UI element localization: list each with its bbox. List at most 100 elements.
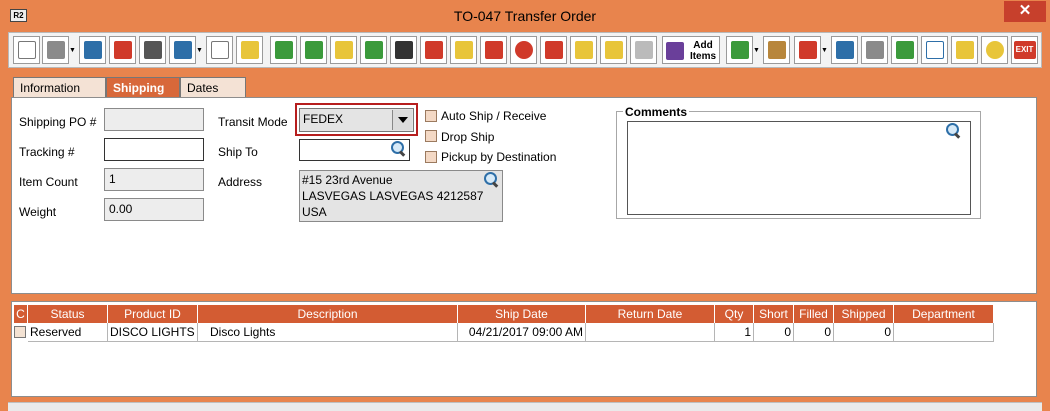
copy-button[interactable] [206, 36, 233, 64]
misc-po-button[interactable] [480, 36, 507, 64]
column-header-shipped[interactable]: Shipped [834, 305, 894, 323]
pickup-checkbox[interactable] [425, 151, 437, 163]
weight-field[interactable]: 0.00 [104, 198, 204, 221]
auto-ship-label: Auto Ship / Receive [441, 109, 547, 123]
chevron-down-icon[interactable] [392, 110, 412, 130]
column-header-status[interactable]: Status [28, 305, 108, 323]
column-header-return-date[interactable]: Return Date [586, 305, 715, 323]
eraser-button[interactable] [630, 36, 657, 64]
ship-to-label: Ship To [218, 145, 258, 159]
cell-return-date [586, 323, 715, 342]
transit-mode-select[interactable]: FEDEX [299, 108, 414, 132]
column-header-qty[interactable]: Qty [715, 305, 754, 323]
terminal-icon [895, 41, 914, 59]
drop-ship-checkbox[interactable] [425, 130, 437, 142]
tab-shipping[interactable]: Shipping [106, 77, 180, 97]
cell-short: 0 [754, 323, 794, 342]
comments-search-icon[interactable] [946, 123, 961, 138]
report-button[interactable] [921, 36, 948, 64]
print-label-button[interactable] [861, 36, 888, 64]
cell-ship-date: 04/21/2017 09:00 AM [458, 323, 586, 342]
asset-button[interactable] [420, 36, 447, 64]
insert-row-button[interactable] [300, 36, 327, 64]
misc-po-icon [484, 41, 503, 59]
eraser-icon [634, 41, 653, 59]
column-header-description[interactable]: Description [198, 305, 458, 323]
add-items-button[interactable]: Add Items [662, 36, 720, 64]
cell-shipped: 0 [834, 323, 894, 342]
drop-ship-label: Drop Ship [441, 130, 495, 144]
shipping-po-field[interactable] [104, 108, 204, 131]
cut-icon [173, 41, 192, 59]
find-button[interactable] [139, 36, 166, 64]
terminal-button[interactable] [891, 36, 918, 64]
truck-button[interactable] [831, 36, 858, 64]
file-icon [574, 41, 593, 59]
copy-icon [210, 41, 229, 59]
paste-button[interactable] [236, 36, 263, 64]
edit-button[interactable] [330, 36, 357, 64]
cycle-button[interactable] [390, 36, 417, 64]
delete-button[interactable] [109, 36, 136, 64]
schedule-button[interactable] [600, 36, 627, 64]
cell-description: Disco Lights [198, 323, 458, 342]
tab-information[interactable]: Information [13, 77, 106, 97]
close-button[interactable]: ✕ [1004, 1, 1046, 22]
cut-dropdown-arrow[interactable]: ▼ [196, 36, 203, 64]
toolbar: ▼ ▼ Add Items ▼ ▼ EXIT [8, 32, 1042, 68]
cancel-doc-button[interactable] [540, 36, 567, 64]
paste-icon [240, 41, 259, 59]
ship-to-search-icon[interactable] [391, 141, 406, 156]
address-line-3: USA [302, 205, 327, 219]
column-header-c[interactable]: C [14, 305, 28, 323]
transit-mode-value: FEDEX [303, 112, 344, 126]
no-button[interactable] [510, 36, 537, 64]
pack-button[interactable] [763, 36, 790, 64]
column-header-short[interactable]: Short [754, 305, 794, 323]
refresh-button[interactable] [360, 36, 387, 64]
column-header-product-id[interactable]: Product ID [108, 305, 198, 323]
column-header-department[interactable]: Department [894, 305, 994, 323]
ship-button[interactable] [794, 36, 821, 64]
report-icon [925, 41, 944, 59]
truck-icon [835, 41, 854, 59]
receive-button[interactable] [726, 36, 753, 64]
tracking-label: Tracking # [19, 145, 75, 159]
column-header-filled[interactable]: Filled [794, 305, 834, 323]
column-header-ship-date[interactable]: Ship Date [458, 305, 586, 323]
exit-button[interactable]: EXIT [1011, 36, 1038, 64]
clock-button[interactable] [981, 36, 1008, 64]
warning-button[interactable] [951, 36, 978, 64]
delete-icon [113, 41, 132, 59]
cell-qty: 1 [715, 323, 754, 342]
cut-button[interactable] [169, 36, 196, 64]
add-row-button[interactable] [270, 36, 297, 64]
ship-dropdown-arrow[interactable]: ▼ [821, 36, 828, 64]
shipping-po-label: Shipping PO # [19, 115, 97, 129]
address-line-1: #15 23rd Avenue [302, 173, 393, 187]
barcode-button[interactable] [450, 36, 477, 64]
add-items-icon [666, 42, 684, 60]
auto-ship-checkbox[interactable] [425, 110, 437, 122]
receive-icon [730, 41, 749, 59]
address-search-icon[interactable] [484, 172, 499, 187]
receive-dropdown-arrow[interactable]: ▼ [753, 36, 760, 64]
file-button[interactable] [570, 36, 597, 64]
save-button[interactable] [79, 36, 106, 64]
tab-dates[interactable]: Dates [180, 77, 246, 97]
print-dropdown-arrow[interactable]: ▼ [69, 36, 76, 64]
print-icon [46, 41, 65, 59]
new-button[interactable] [13, 36, 40, 64]
cycle-icon [394, 41, 413, 59]
warning-icon [955, 41, 974, 59]
comments-textarea[interactable] [627, 121, 971, 215]
cell-product-id: DISCO LIGHTS [108, 323, 198, 342]
print-button[interactable] [42, 36, 69, 64]
comments-label: Comments [623, 105, 690, 119]
item-count-label: Item Count [19, 175, 78, 189]
status-bar [8, 402, 1042, 411]
weight-label: Weight [19, 205, 57, 219]
row-checkbox[interactable] [14, 326, 26, 338]
tracking-field[interactable] [104, 138, 204, 161]
refresh-icon [364, 41, 383, 59]
